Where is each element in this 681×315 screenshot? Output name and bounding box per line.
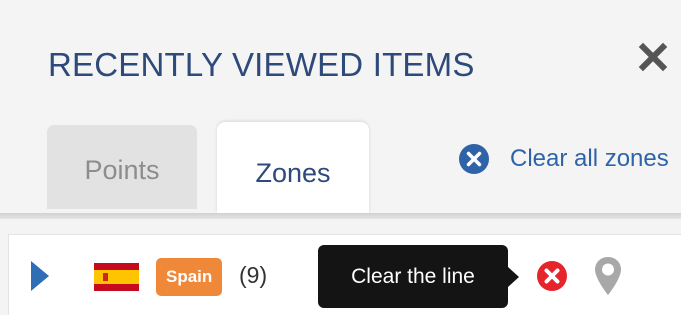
- tab-points-label: Points: [84, 155, 160, 185]
- clear-all-zones-label: Clear all zones: [510, 145, 669, 172]
- tooltip-arrow: [508, 267, 519, 287]
- tooltip: Clear the line: [318, 245, 519, 308]
- triangle-right-icon[interactable]: [31, 261, 49, 291]
- circle-x-icon: [459, 144, 489, 174]
- clear-all-zones-link[interactable]: Clear all zones: [458, 141, 669, 177]
- panel-title: RECENTLY VIEWED ITEMS: [48, 46, 475, 83]
- zone-row: Spain (9) Clear the line: [8, 234, 681, 315]
- red-circle-x-icon[interactable]: [536, 260, 568, 292]
- zone-badge[interactable]: Spain: [156, 258, 223, 296]
- spain-flag-icon: [94, 263, 139, 291]
- tab-zones[interactable]: Zones: [217, 122, 369, 214]
- tab-divider: [0, 213, 681, 219]
- close-icon[interactable]: [636, 40, 670, 74]
- map-pin-icon[interactable]: [593, 255, 623, 297]
- zone-count: (9): [239, 262, 268, 288]
- tooltip-text: Clear the line: [351, 265, 475, 288]
- tab-points[interactable]: Points: [47, 125, 197, 209]
- recently-viewed-panel: RECENTLY VIEWED ITEMS Points Zones Clear…: [0, 0, 681, 315]
- tab-zones-label: Zones: [255, 158, 331, 188]
